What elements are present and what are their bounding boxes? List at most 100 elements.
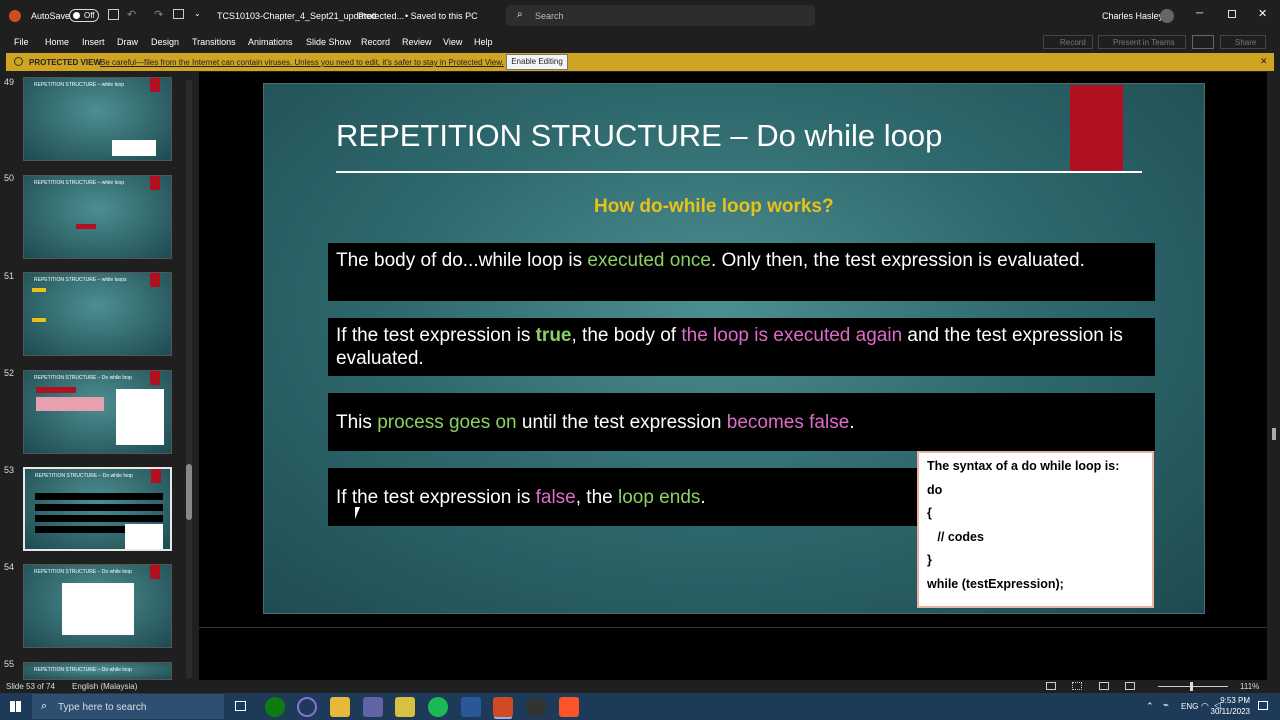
title-underline: [336, 171, 1142, 173]
sorter-view-icon[interactable]: [1072, 682, 1082, 690]
browser-app-icon[interactable]: [297, 697, 317, 717]
slide-thumbnail-51[interactable]: REPETITION STRUCTURE – while loops: [23, 272, 172, 356]
language-status[interactable]: English (Malaysia): [72, 682, 137, 691]
zoom-level[interactable]: 111%: [1240, 682, 1259, 691]
slide-thumbnail-52[interactable]: REPETITION STRUCTURE – Do while loop: [23, 370, 172, 454]
title-accent-block: [1070, 85, 1123, 171]
document-title: TCS10103-Chapter_4_Sept21_updated: [217, 11, 377, 21]
autosave-label: AutoSave: [31, 11, 71, 21]
normal-view-icon[interactable]: [1046, 682, 1056, 690]
close-bar-icon[interactable]: ✕: [1260, 56, 1268, 67]
slide-subtitle: How do-while loop works?: [594, 196, 834, 217]
undo-icon[interactable]: ↶: [127, 8, 136, 21]
syntax-line: while (testExpression);: [927, 576, 1064, 591]
slide-thumbnail-53-selected[interactable]: REPETITION STRUCTURE – Do while loop: [23, 467, 172, 551]
tab-transitions[interactable]: Transitions: [192, 37, 236, 47]
chrome-app-icon[interactable]: [526, 697, 546, 717]
editor-scrollbar[interactable]: [1268, 72, 1280, 680]
syntax-line: do: [927, 482, 943, 497]
close-icon[interactable]: ✕: [1258, 7, 1267, 20]
tab-help[interactable]: Help: [474, 37, 493, 47]
windows-taskbar: ⌕ Type here to search ⌃ ⌁ ENG ◠ ◁ 9:53 P…: [0, 693, 1280, 720]
tab-design[interactable]: Design: [151, 37, 179, 47]
syntax-heading: The syntax of a do while loop is:: [927, 459, 1120, 473]
tab-view[interactable]: View: [443, 37, 462, 47]
slide-thumbnail-55[interactable]: REPETITION STRUCTURE – Do while loop: [23, 662, 172, 680]
syntax-line: }: [927, 553, 932, 567]
zoom-slider[interactable]: [1158, 682, 1228, 691]
content-box-3: This process goes on until the test expr…: [328, 393, 1155, 451]
ribbon-tabs: File Home Insert Draw Design Transitions…: [0, 32, 1280, 52]
search-placeholder: Search: [535, 11, 564, 21]
content-box-2: If the test expression is true, the body…: [328, 318, 1155, 376]
powerpoint-logo-icon: [9, 10, 21, 22]
enable-editing-button[interactable]: Enable Editing: [506, 54, 568, 70]
autosave-toggle[interactable]: Off: [69, 9, 99, 22]
taskbar-search-placeholder: Type here to search: [58, 702, 147, 713]
present-icon[interactable]: [173, 9, 184, 19]
reading-view-icon[interactable]: [1099, 682, 1109, 690]
status-bar: Slide 53 of 74 English (Malaysia) 111%: [0, 680, 1280, 693]
tab-draw[interactable]: Draw: [117, 37, 138, 47]
customize-icon[interactable]: ⌄: [194, 9, 201, 18]
slide-thumbnail-50[interactable]: REPETITION STRUCTURE – while loop: [23, 175, 172, 259]
user-name[interactable]: Charles Hasley: [1102, 11, 1163, 21]
thumbnail-scrollbar[interactable]: [186, 80, 192, 678]
clock-date[interactable]: 30/11/2023: [1200, 707, 1250, 716]
protected-view-message[interactable]: Be careful—files from the Internet can c…: [100, 58, 504, 67]
search-icon: ⌕: [41, 700, 48, 712]
slide-thumbnails-pane: 49 REPETITION STRUCTURE – while loop 50 …: [0, 72, 196, 680]
windows-start-icon[interactable]: [10, 701, 21, 712]
notes-app-icon[interactable]: [395, 697, 415, 717]
tab-insert[interactable]: Insert: [82, 37, 105, 47]
search-box[interactable]: ⌕ Search: [506, 5, 815, 26]
xbox-app-icon[interactable]: [265, 697, 285, 717]
file-explorer-icon[interactable]: [330, 697, 350, 717]
task-view-icon[interactable]: [235, 701, 246, 711]
thumb-number: 53: [4, 465, 15, 475]
record-button[interactable]: Record: [1043, 35, 1093, 49]
powerpoint-app-icon[interactable]: [493, 697, 513, 717]
spotify-icon[interactable]: [428, 697, 448, 717]
current-slide[interactable]: REPETITION STRUCTURE – Do while loop How…: [263, 83, 1205, 614]
language-indicator[interactable]: ENG: [1181, 702, 1198, 711]
tab-slideshow[interactable]: Slide Show: [306, 37, 351, 47]
tab-review[interactable]: Review: [402, 37, 432, 47]
redo-icon[interactable]: ↷: [154, 8, 163, 21]
clock-time[interactable]: 9:53 PM: [1210, 696, 1250, 705]
slide-counter: Slide 53 of 74: [6, 682, 55, 691]
network-icon[interactable]: ⌁: [1163, 700, 1169, 711]
tab-file[interactable]: File: [14, 37, 29, 47]
share-button[interactable]: Share: [1220, 35, 1266, 49]
slide-title: REPETITION STRUCTURE – Do while loop: [336, 118, 943, 153]
mouse-cursor-icon: [355, 507, 365, 519]
tab-animations[interactable]: Animations: [248, 37, 293, 47]
thumb-number: 49: [4, 77, 15, 87]
save-status: • Saved to this PC: [405, 11, 478, 21]
word-app-icon[interactable]: [461, 697, 481, 717]
slide-thumbnail-49[interactable]: REPETITION STRUCTURE – while loop: [23, 77, 172, 161]
thumb-number: 52: [4, 368, 15, 378]
comments-button[interactable]: [1192, 35, 1214, 49]
thumb-number: 55: [4, 659, 15, 669]
thumb-number: 54: [4, 562, 15, 572]
tab-home[interactable]: Home: [45, 37, 69, 47]
syntax-line: {: [927, 506, 932, 520]
tray-chevron-icon[interactable]: ⌃: [1146, 701, 1154, 712]
taskbar-search-box[interactable]: ⌕ Type here to search: [32, 694, 224, 719]
brave-browser-icon[interactable]: [559, 697, 579, 717]
notes-divider[interactable]: [199, 627, 1267, 628]
restore-icon[interactable]: [1228, 10, 1236, 18]
thumb-number: 50: [4, 173, 15, 183]
present-in-teams-button[interactable]: Present in Teams: [1098, 35, 1186, 49]
notifications-icon[interactable]: [1258, 701, 1268, 710]
title-bar: AutoSave Off ↶ ↷ ⌄ TCS10103-Chapter_4_Se…: [0, 0, 1280, 32]
slideshow-view-icon[interactable]: [1125, 682, 1135, 690]
save-icon[interactable]: [108, 9, 119, 20]
tab-record[interactable]: Record: [361, 37, 390, 47]
avatar[interactable]: [1160, 9, 1174, 23]
teams-app-icon[interactable]: [363, 697, 383, 717]
slide-thumbnail-54[interactable]: REPETITION STRUCTURE – Do while loop: [23, 564, 172, 648]
protected-view-bar: PROTECTED VIEW Be careful—files from the…: [6, 53, 1274, 71]
minimize-icon[interactable]: ─: [1196, 8, 1203, 19]
